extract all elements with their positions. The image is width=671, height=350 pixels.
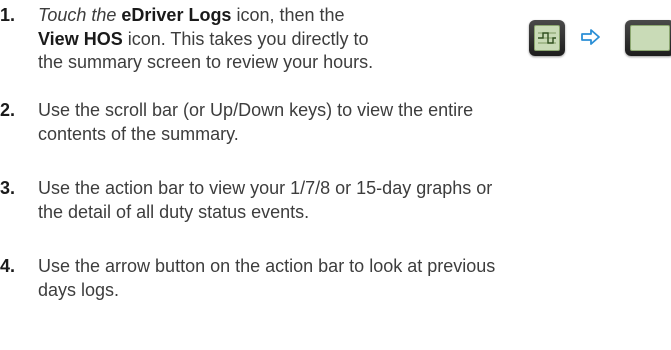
step-3-line-1: Use the action bar to view your 1/7/8 or… — [38, 178, 493, 198]
step-1-line-2: View HOS icon. This takes you directly t… — [38, 28, 368, 52]
right-arrow-icon — [581, 29, 600, 45]
step-2: 2. Use the scroll bar (or Up/Down keys) … — [0, 99, 671, 149]
edriver-logs-icon — [529, 20, 565, 56]
step-number: 4. — [0, 256, 16, 276]
step-1-line-3: the summary screen to review your hours. — [38, 51, 373, 75]
step-2-line-1: Use the scroll bar (or Up/Down keys) to … — [38, 100, 474, 120]
instruction-text: Touch the — [38, 5, 122, 25]
step-1: 1. Touch the eDriver Logs icon, then the… — [0, 4, 560, 79]
step-3: 3. Use the action bar to view your 1/7/8… — [0, 177, 671, 227]
step-4: 4. Use the arrow button on the action ba… — [0, 255, 671, 305]
instruction-text: icon, then the — [231, 5, 345, 25]
step-2-line-2: contents of the summary. — [38, 123, 239, 144]
app-name-view-hos: View HOS — [38, 28, 123, 49]
step-3-line-2: the detail of all duty status events. — [38, 201, 310, 222]
app-name-edriver-logs: eDriver Logs — [121, 5, 232, 25]
step-4-line-1: Use the arrow button on the action bar t… — [38, 256, 496, 276]
step-number: 3. — [0, 178, 16, 198]
step-4-line-2: days logs. — [38, 279, 120, 300]
view-hos-icon — [625, 20, 671, 56]
step-1-line-1: Touch the eDriver Logs icon, then the — [38, 4, 345, 28]
step-number: 1. — [0, 5, 16, 25]
instruction-text: icon. This takes you directly to — [122, 28, 369, 49]
instruction-text: the summary screen to review your hours. — [38, 52, 374, 72]
step-number: 2. — [0, 100, 16, 120]
